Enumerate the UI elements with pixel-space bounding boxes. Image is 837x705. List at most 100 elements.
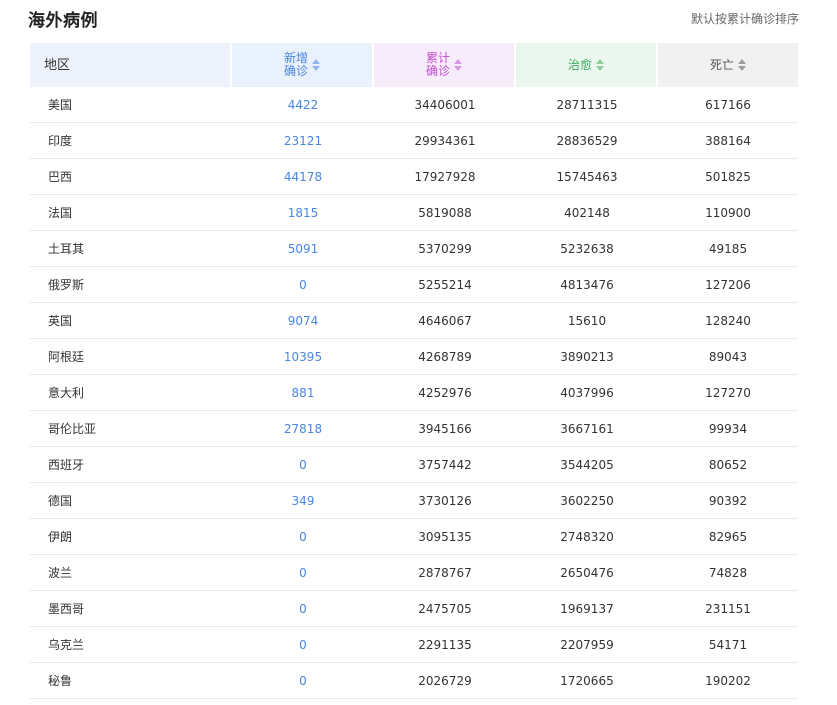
cell-region: 巴西 <box>48 170 73 184</box>
cell-new: 0 <box>299 601 307 616</box>
cell-region: 秘鲁 <box>48 674 73 688</box>
table-row[interactable]: 伊朗 0 3095135 2748320 82965 <box>30 519 798 555</box>
cell-dead: 127270 <box>705 385 751 400</box>
cell-dead: 54171 <box>708 637 748 652</box>
table-row[interactable]: 意大利 881 4252976 4037996 127270 <box>30 375 798 411</box>
cell-new: 349 <box>291 493 315 508</box>
table-row[interactable]: 美国 4422 34406001 28711315 617166 <box>30 87 798 123</box>
cell-new: 4422 <box>287 97 319 112</box>
cell-total: 2475705 <box>418 601 472 616</box>
table-header: 地区 新增 确诊 累计 确诊 治愈 死亡 <box>30 43 798 87</box>
sort-icon[interactable] <box>312 59 320 71</box>
cell-cured: 15610 <box>567 313 607 328</box>
cell-cured: 2748320 <box>560 529 614 544</box>
cell-dead: 80652 <box>708 457 748 472</box>
table-row[interactable]: 哥伦比亚 27818 3945166 3667161 99934 <box>30 411 798 447</box>
column-label-dead: 死亡 <box>709 57 734 72</box>
cell-region: 英国 <box>48 314 73 328</box>
table-row[interactable]: 土耳其 5091 5370299 5232638 49185 <box>30 231 798 267</box>
cell-region: 俄罗斯 <box>48 278 85 292</box>
cell-total: 4252976 <box>418 385 472 400</box>
cell-total: 2291135 <box>418 637 472 652</box>
cell-cured: 5232638 <box>560 241 614 256</box>
cell-total: 2026729 <box>418 673 472 688</box>
table-row[interactable]: 阿根廷 10395 4268789 3890213 89043 <box>30 339 798 375</box>
column-header-cured[interactable]: 治愈 <box>516 43 658 87</box>
column-label-cured: 治愈 <box>567 57 592 72</box>
cell-total: 5370299 <box>418 241 472 256</box>
column-header-new[interactable]: 新增 确诊 <box>232 43 374 87</box>
table-row[interactable]: 俄罗斯 0 5255214 4813476 127206 <box>30 267 798 303</box>
cell-region: 阿根廷 <box>48 350 85 364</box>
cell-total: 5255214 <box>418 277 472 292</box>
table-row[interactable]: 秘鲁 0 2026729 1720665 190202 <box>30 663 798 699</box>
table-row[interactable]: 波兰 0 2878767 2650476 74828 <box>30 555 798 591</box>
cell-new: 10395 <box>283 349 323 364</box>
cell-cured: 402148 <box>564 205 610 220</box>
cell-cured: 3667161 <box>560 421 614 436</box>
cell-cured: 3544205 <box>560 457 614 472</box>
sort-hint: 默认按累计确诊排序 <box>690 12 799 26</box>
cell-dead: 99934 <box>708 421 748 436</box>
cases-table: 地区 新增 确诊 累计 确诊 治愈 死亡 美国 4422 34406001 28711… <box>30 43 798 699</box>
column-label-new: 新增 确诊 <box>283 51 308 78</box>
table-row[interactable]: 巴西 44178 17927928 15745463 501825 <box>30 159 798 195</box>
cell-cured: 3602250 <box>560 493 614 508</box>
cell-region: 德国 <box>48 494 73 508</box>
cell-dead: 89043 <box>708 349 748 364</box>
cell-new: 44178 <box>283 169 323 184</box>
cell-new: 0 <box>299 277 307 292</box>
cell-new: 23121 <box>283 133 323 148</box>
cell-new: 27818 <box>283 421 323 436</box>
overseas-cases-panel: 海外病例 默认按累计确诊排序 地区 新增 确诊 累计 确诊 治愈 死亡 美国 4… <box>0 0 837 705</box>
cell-region: 哥伦比亚 <box>48 422 97 436</box>
sort-icon[interactable] <box>596 59 604 71</box>
column-label-region: 地区 <box>44 57 71 73</box>
cell-dead: 74828 <box>708 565 748 580</box>
cell-cured: 2650476 <box>560 565 614 580</box>
cell-region: 印度 <box>48 134 73 148</box>
table-body: 美国 4422 34406001 28711315 617166 印度 23121 29934… <box>30 87 798 699</box>
cell-dead: 82965 <box>708 529 748 544</box>
cell-dead: 128240 <box>705 313 751 328</box>
cell-region: 西班牙 <box>48 458 85 472</box>
table-row[interactable]: 西班牙 0 3757442 3544205 80652 <box>30 447 798 483</box>
cell-cured: 4813476 <box>560 277 614 292</box>
cell-dead: 190202 <box>705 673 751 688</box>
cell-new: 0 <box>299 673 307 688</box>
cell-total: 5819088 <box>418 205 472 220</box>
column-header-total[interactable]: 累计 确诊 <box>374 43 516 87</box>
cell-region: 土耳其 <box>48 242 85 256</box>
table-row[interactable]: 英国 9074 4646067 15610 128240 <box>30 303 798 339</box>
cell-total: 2878767 <box>418 565 472 580</box>
cell-total: 3757442 <box>418 457 472 472</box>
cell-dead: 90392 <box>708 493 748 508</box>
table-row[interactable]: 墨西哥 0 2475705 1969137 231151 <box>30 591 798 627</box>
sort-icon[interactable] <box>738 59 746 71</box>
sort-icon[interactable] <box>454 59 462 71</box>
cell-total: 17927928 <box>414 169 476 184</box>
cell-dead: 110900 <box>705 205 751 220</box>
cell-dead: 127206 <box>705 277 751 292</box>
column-header-dead[interactable]: 死亡 <box>658 43 798 87</box>
cell-new: 9074 <box>287 313 319 328</box>
cell-cured: 28711315 <box>556 97 618 112</box>
cell-dead: 49185 <box>708 241 748 256</box>
cell-dead: 388164 <box>705 133 751 148</box>
cell-cured: 4037996 <box>560 385 614 400</box>
cell-total: 29934361 <box>414 133 476 148</box>
cell-total: 3095135 <box>418 529 472 544</box>
table-row[interactable]: 乌克兰 0 2291135 2207959 54171 <box>30 627 798 663</box>
cell-new: 5091 <box>287 241 319 256</box>
table-row[interactable]: 印度 23121 29934361 28836529 388164 <box>30 123 798 159</box>
cell-new: 0 <box>299 565 307 580</box>
column-label-total: 累计 确诊 <box>425 51 450 78</box>
cell-new: 0 <box>299 637 307 652</box>
cell-total: 3730126 <box>418 493 472 508</box>
cell-cured: 2207959 <box>560 637 614 652</box>
table-row[interactable]: 法国 1815 5819088 402148 110900 <box>30 195 798 231</box>
cell-region: 伊朗 <box>48 530 73 544</box>
table-row[interactable]: 德国 349 3730126 3602250 90392 <box>30 483 798 519</box>
cell-region: 意大利 <box>48 386 85 400</box>
cell-total: 4646067 <box>418 313 472 328</box>
